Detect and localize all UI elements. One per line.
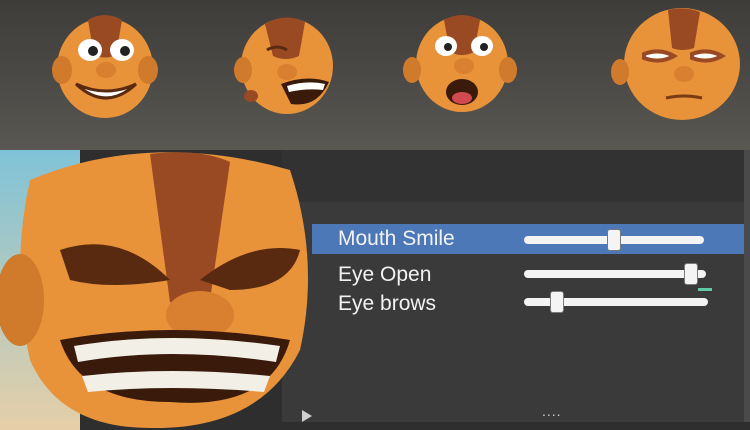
smiling-head-illustration <box>52 15 158 118</box>
right-edge-strip <box>744 150 750 422</box>
laughing-head-illustration <box>234 17 333 114</box>
blendshape-panel: Mouth Smile Eye Open Eye brows <box>282 150 750 422</box>
slider-thumb[interactable] <box>685 264 698 284</box>
blendshape-label: Eye brows <box>338 292 437 315</box>
timeline-dots: .... <box>542 403 562 419</box>
eye-brows-slider[interactable] <box>524 292 708 312</box>
panel-header-area <box>282 150 750 202</box>
grumpy-head-illustration <box>611 8 740 120</box>
slider-thumb[interactable] <box>551 292 564 312</box>
blendshape-label: Eye Open <box>338 263 432 286</box>
mouth-smile-slider[interactable] <box>524 230 704 250</box>
angry-head-illustration <box>0 150 308 430</box>
blendshape-label: Mouth Smile <box>338 227 455 250</box>
slider-thumb[interactable] <box>608 230 620 250</box>
slider-accent-mark <box>698 288 712 291</box>
eye-open-slider[interactable] <box>524 264 706 284</box>
shocked-head-illustration <box>403 15 517 112</box>
